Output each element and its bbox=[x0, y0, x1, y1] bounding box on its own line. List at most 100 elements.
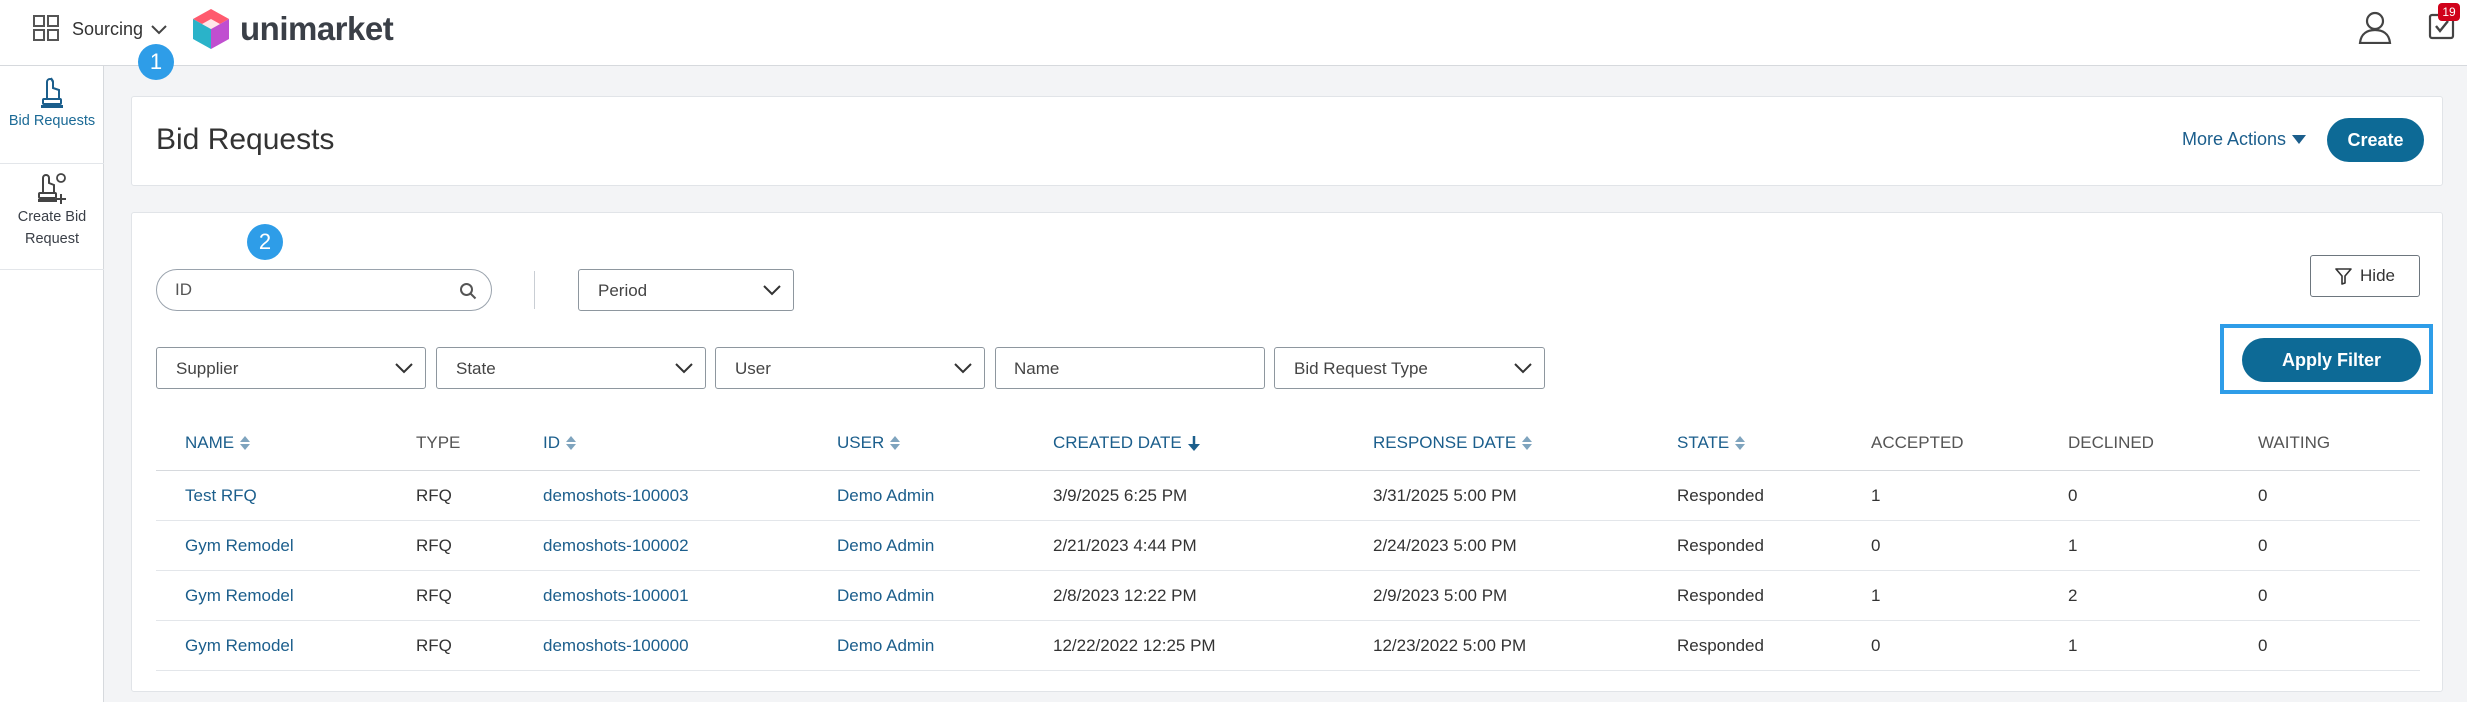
module-switcher[interactable]: Sourcing bbox=[72, 14, 167, 44]
column-header-label: ACCEPTED bbox=[1871, 433, 1964, 452]
create-bid-request-icon bbox=[38, 173, 66, 204]
user-link[interactable]: Demo Admin bbox=[837, 636, 934, 656]
state-select[interactable]: State bbox=[436, 347, 706, 389]
sidebar-item-create-bid-request[interactable]: Create Bid Request bbox=[0, 166, 104, 270]
accepted-cell: 0 bbox=[1871, 536, 1881, 555]
id-search-input[interactable] bbox=[175, 278, 445, 302]
column-header-label: TYPE bbox=[416, 433, 461, 452]
create-button[interactable]: Create bbox=[2327, 118, 2424, 162]
column-header-label: NAME bbox=[185, 433, 235, 452]
sort-icon bbox=[240, 436, 251, 450]
bid-request-name-link[interactable]: Gym Remodel bbox=[185, 636, 294, 656]
state-cell: Responded bbox=[1677, 486, 1764, 505]
apps-grid-icon[interactable] bbox=[33, 15, 59, 41]
top-bar: Sourcing unimarket 19 bbox=[0, 0, 2467, 66]
name-field[interactable] bbox=[995, 347, 1265, 389]
user-link[interactable]: Demo Admin bbox=[837, 586, 934, 606]
bid-requests-table: NAME TYPE ID USER CREATED DATE RESPONSE … bbox=[156, 417, 2420, 671]
sidebar-item-bid-requests[interactable]: Bid Requests bbox=[0, 76, 104, 164]
created-date-cell: 12/22/2022 12:25 PM bbox=[1053, 636, 1216, 655]
accepted-cell: 1 bbox=[1871, 586, 1881, 605]
bid-request-id-link[interactable]: demoshots-100003 bbox=[543, 486, 689, 506]
created-date-cell: 3/9/2025 6:25 PM bbox=[1053, 486, 1188, 505]
bid-request-name-link[interactable]: Gym Remodel bbox=[185, 536, 294, 556]
bid-request-type-select-value: Bid Request Type bbox=[1294, 359, 1428, 378]
period-select[interactable]: Period bbox=[578, 269, 794, 311]
declined-cell: 1 bbox=[2068, 536, 2078, 555]
waiting-cell: 0 bbox=[2258, 636, 2268, 655]
bid-request-name-link[interactable]: Test RFQ bbox=[185, 486, 257, 506]
hide-label: Hide bbox=[2360, 266, 2395, 285]
sidebar: Bid Requests Create Bid Request bbox=[0, 66, 104, 702]
sort-icon bbox=[1522, 436, 1533, 450]
page-title: Bid Requests bbox=[156, 123, 335, 156]
bid-requests-list-panel: 2 Period Hide Supplier State User Bid Re… bbox=[131, 212, 2443, 692]
column-header-label: RESPONSE DATE bbox=[1373, 433, 1517, 452]
module-label: Sourcing bbox=[72, 18, 144, 39]
sort-icon bbox=[890, 436, 901, 450]
column-header-label: ID bbox=[543, 433, 560, 452]
period-select-value: Period bbox=[598, 281, 648, 300]
type-cell: RFQ bbox=[416, 636, 452, 655]
chevron-down-icon bbox=[151, 25, 167, 35]
table-row: Gym Remodel RFQ demoshots-100001 Demo Ad… bbox=[156, 571, 2420, 621]
type-cell: RFQ bbox=[416, 586, 452, 605]
name-input[interactable] bbox=[1014, 357, 1244, 381]
user-link[interactable]: Demo Admin bbox=[837, 536, 934, 556]
bid-request-id-link[interactable]: demoshots-100001 bbox=[543, 586, 689, 606]
unimarket-logo[interactable]: unimarket bbox=[192, 8, 394, 50]
sidebar-item-label: Bid Requests bbox=[8, 113, 96, 129]
type-cell: RFQ bbox=[416, 536, 452, 555]
caret-down-icon bbox=[2292, 135, 2307, 144]
bid-request-id-link[interactable]: demoshots-100000 bbox=[543, 636, 689, 656]
sidebar-item-label: Create Bid Request bbox=[17, 209, 87, 247]
logo-cube-icon bbox=[193, 9, 229, 49]
column-header-accepted: ACCEPTED bbox=[1871, 433, 1964, 453]
user-select[interactable]: User bbox=[715, 347, 985, 389]
column-header-response-date[interactable]: RESPONSE DATE bbox=[1373, 433, 1533, 453]
user-select-value: User bbox=[735, 359, 771, 378]
column-header-user[interactable]: USER bbox=[837, 433, 901, 453]
hide-filters-button[interactable]: Hide bbox=[2310, 255, 2420, 297]
search-icon[interactable] bbox=[459, 282, 477, 300]
step-marker-2: 2 bbox=[247, 224, 283, 260]
declined-cell: 0 bbox=[2068, 486, 2078, 505]
apply-filter-button[interactable]: Apply Filter bbox=[2242, 338, 2421, 382]
column-header-type: TYPE bbox=[416, 433, 460, 453]
chevron-down-icon bbox=[1514, 363, 1532, 374]
user-link[interactable]: Demo Admin bbox=[837, 486, 934, 506]
column-header-label: DECLINED bbox=[2068, 433, 2154, 452]
column-header-name[interactable]: NAME bbox=[185, 433, 251, 453]
tasks-count-badge: 19 bbox=[2438, 3, 2460, 21]
column-header-label: USER bbox=[837, 433, 885, 452]
table-row: Gym Remodel RFQ demoshots-100002 Demo Ad… bbox=[156, 521, 2420, 571]
column-header-state[interactable]: STATE bbox=[1677, 433, 1746, 453]
state-select-value: State bbox=[456, 359, 496, 378]
bid-request-id-link[interactable]: demoshots-100002 bbox=[543, 536, 689, 556]
accepted-cell: 1 bbox=[1871, 486, 1881, 505]
response-date-cell: 2/24/2023 5:00 PM bbox=[1373, 536, 1517, 555]
table-header-row: NAME TYPE ID USER CREATED DATE RESPONSE … bbox=[156, 417, 2420, 471]
response-date-cell: 2/9/2023 5:00 PM bbox=[1373, 586, 1508, 605]
declined-cell: 1 bbox=[2068, 636, 2078, 655]
id-search-field[interactable] bbox=[156, 269, 492, 311]
column-header-waiting: WAITING bbox=[2258, 433, 2330, 453]
accepted-cell: 0 bbox=[1871, 636, 1881, 655]
step-marker-1: 1 bbox=[138, 44, 174, 80]
table-row: Gym Remodel RFQ demoshots-100000 Demo Ad… bbox=[156, 621, 2420, 671]
table-row: Test RFQ RFQ demoshots-100003 Demo Admin… bbox=[156, 471, 2420, 521]
logo-text: unimarket bbox=[240, 10, 394, 47]
sort-icon bbox=[1735, 436, 1746, 450]
waiting-cell: 0 bbox=[2258, 536, 2268, 555]
waiting-cell: 0 bbox=[2258, 486, 2268, 505]
bid-request-type-select[interactable]: Bid Request Type bbox=[1274, 347, 1545, 389]
supplier-select[interactable]: Supplier bbox=[156, 347, 426, 389]
user-icon[interactable] bbox=[2358, 10, 2392, 44]
column-header-created-date[interactable]: CREATED DATE bbox=[1053, 433, 1200, 453]
bid-requests-icon bbox=[41, 77, 63, 108]
bid-request-name-link[interactable]: Gym Remodel bbox=[185, 586, 294, 606]
column-header-label: STATE bbox=[1677, 433, 1730, 452]
state-cell: Responded bbox=[1677, 536, 1764, 555]
more-actions-menu[interactable]: More Actions bbox=[2182, 129, 2307, 150]
column-header-id[interactable]: ID bbox=[543, 433, 576, 453]
